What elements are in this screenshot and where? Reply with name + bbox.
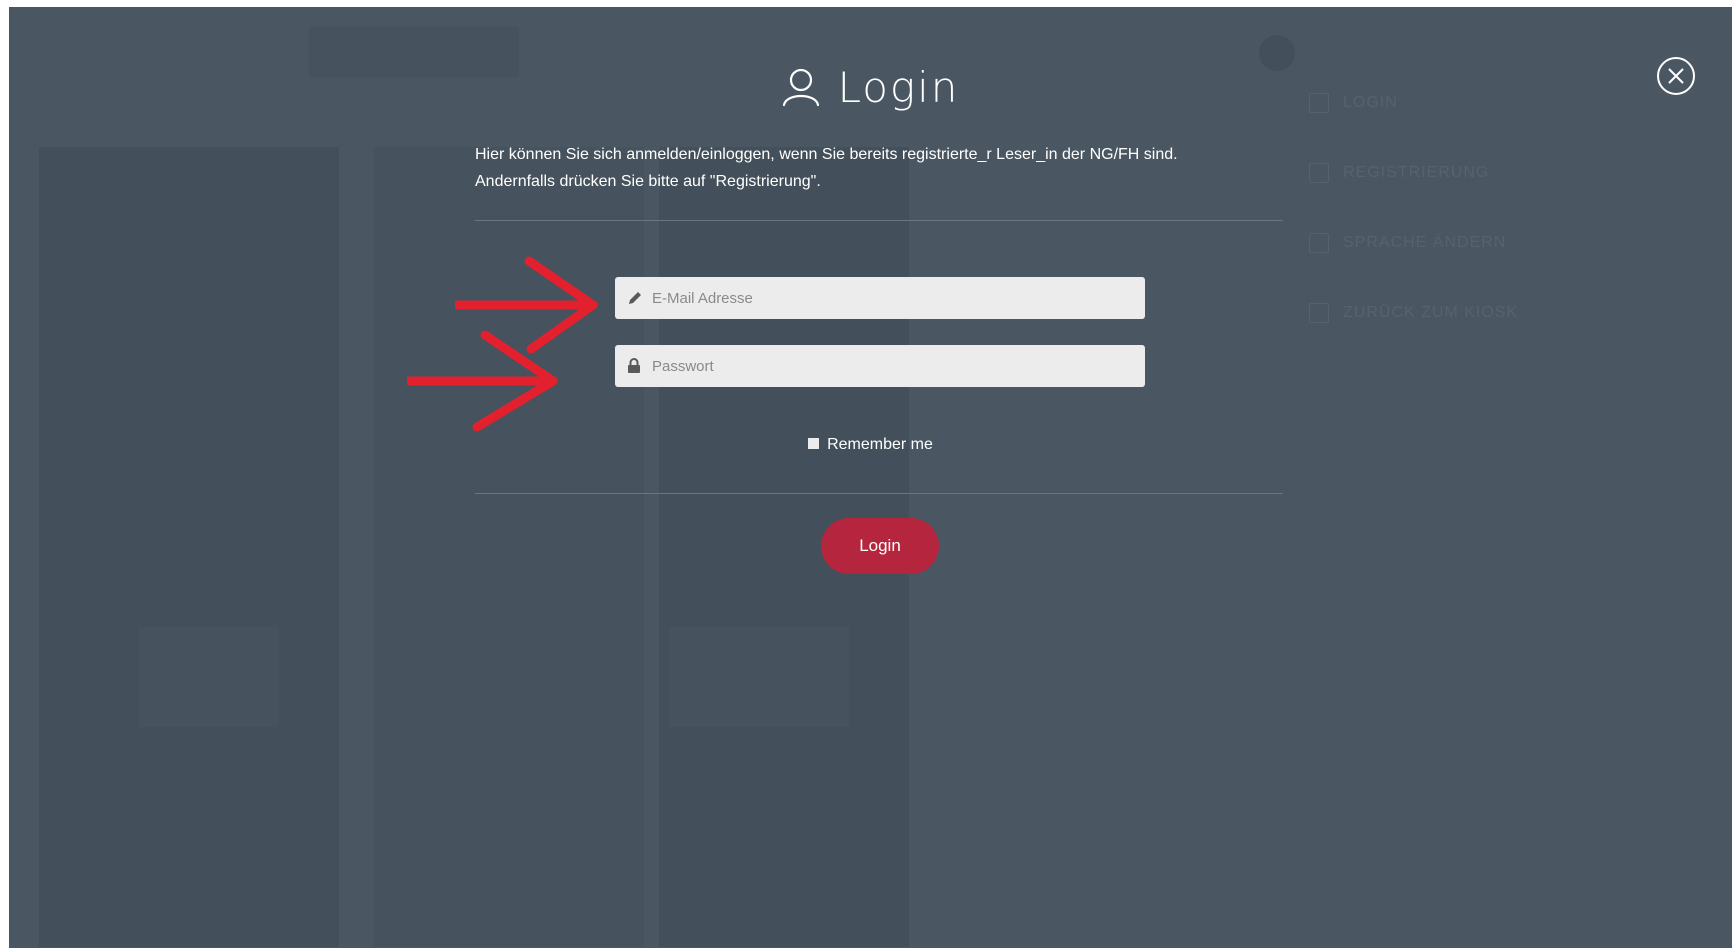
background-magazine-cover — [409, 627, 569, 727]
background-menu-item-kiosk: ZURÜCK ZUM KIOSK — [1309, 303, 1518, 323]
background-menu-item-language: SPRACHE ÄNDERN — [1309, 233, 1506, 253]
pencil-icon — [629, 292, 641, 304]
login-overlay: LOGIN REGISTRIERUNG SPRACHE ÄNDERN ZURÜC… — [9, 7, 1732, 948]
intro-line-1: Hier können Sie sich anmelden/einloggen,… — [475, 146, 1178, 163]
remember-me-row: Remember me — [9, 436, 1732, 454]
divider-top — [475, 220, 1283, 221]
login-title-row: Login — [9, 63, 1732, 112]
remember-me-checkbox[interactable] — [808, 438, 820, 449]
remember-me-label[interactable]: Remember me — [827, 436, 933, 453]
divider-bottom — [475, 493, 1283, 494]
page-title: Login — [837, 63, 960, 112]
background-menu-item-register: REGISTRIERUNG — [1309, 163, 1489, 183]
intro-line-2: Andernfalls drücken Sie bitte auf "Regis… — [475, 173, 821, 190]
user-icon — [782, 68, 819, 107]
background-magazine-cover — [669, 627, 849, 727]
intro-text: Hier können Sie sich anmelden/einloggen,… — [475, 141, 1283, 195]
background-magazine-cover — [139, 627, 279, 727]
email-input[interactable] — [652, 277, 1132, 319]
email-field-wrapper[interactable] — [615, 277, 1145, 319]
login-button[interactable]: Login — [821, 518, 939, 574]
password-field-wrapper[interactable] — [615, 345, 1145, 387]
password-input[interactable] — [652, 345, 1132, 387]
lock-icon — [628, 358, 640, 373]
background-column-left — [39, 147, 339, 947]
annotation-arrow-password — [407, 330, 558, 432]
